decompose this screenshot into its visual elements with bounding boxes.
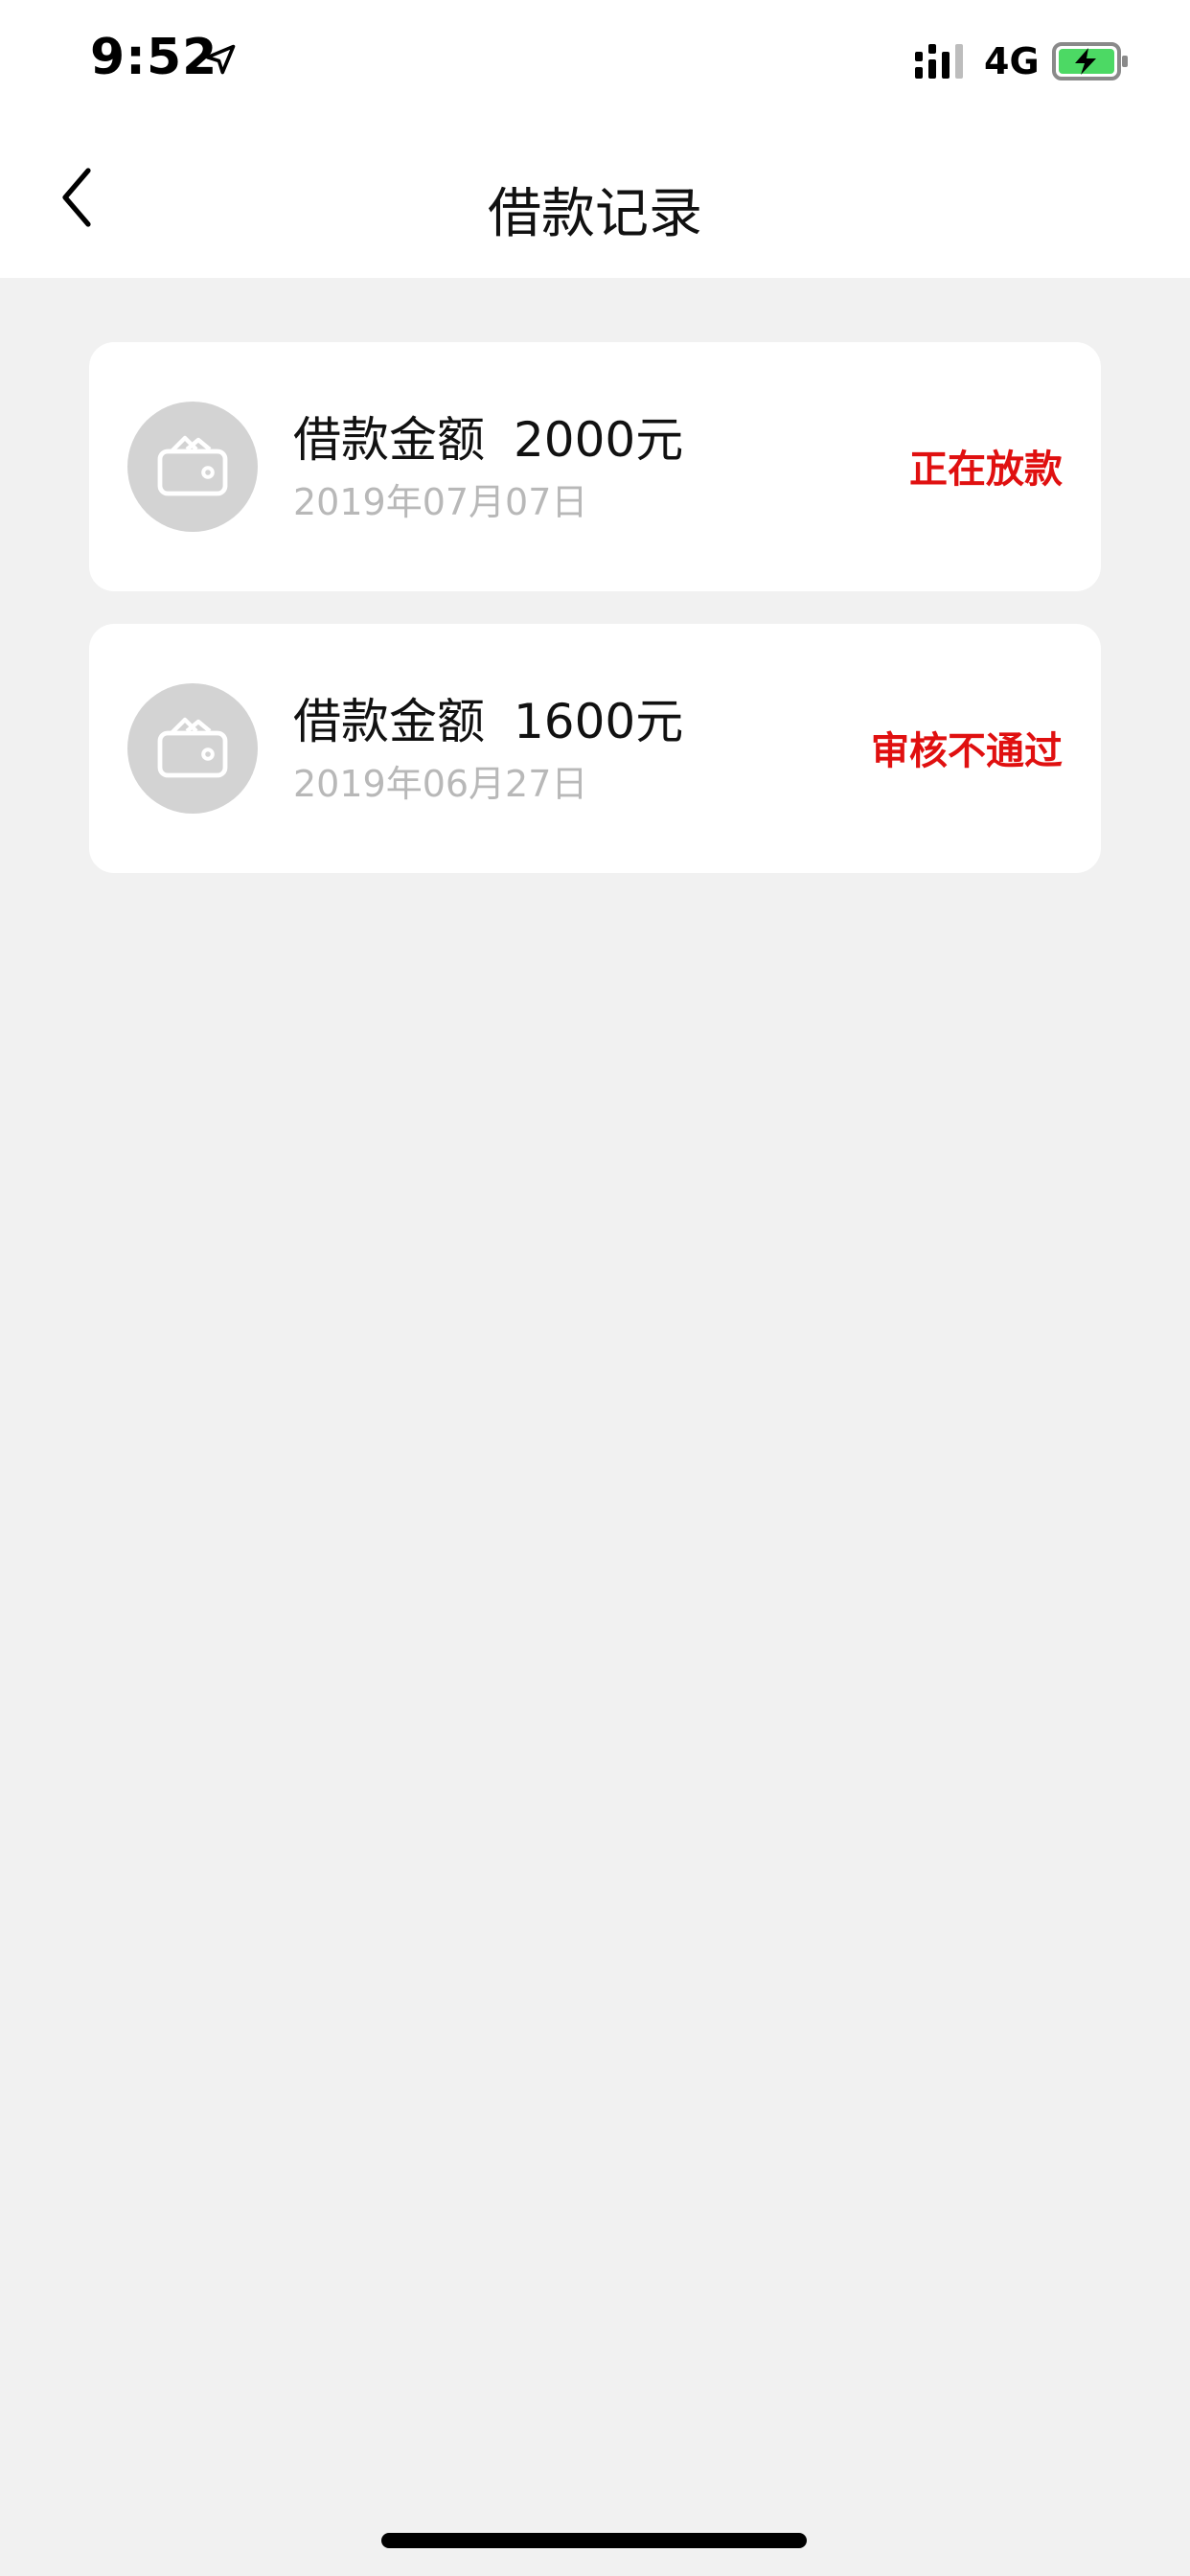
signal-icon — [915, 44, 963, 79]
location-arrow-icon — [205, 44, 236, 75]
wallet-icon — [157, 717, 228, 778]
navigation-bar: 借款记录 — [0, 125, 1190, 278]
loan-status: 正在放款 — [909, 448, 1063, 492]
loan-status: 审核不通过 — [871, 729, 1063, 773]
wallet-avatar — [127, 402, 258, 532]
amount-label: 借款金额 — [293, 412, 485, 468]
status-time: 9:52 — [90, 29, 218, 86]
loan-amount-line: 借款金额 2000元 — [293, 402, 683, 471]
wallet-icon — [157, 435, 228, 496]
page-title: 借款记录 — [488, 183, 702, 245]
battery-charging-icon — [1052, 42, 1128, 80]
amount-label: 借款金额 — [293, 694, 485, 749]
home-indicator[interactable] — [381, 2533, 807, 2548]
wallet-avatar — [127, 683, 258, 814]
loan-record-card[interactable]: 借款金额 1600元 2019年06月27日 审核不通过 — [89, 624, 1101, 873]
status-bar: 9:52 4G — [0, 0, 1190, 125]
amount-value: 1600元 — [514, 694, 684, 749]
amount-value: 2000元 — [514, 412, 684, 468]
network-type: 4G — [984, 40, 1040, 82]
loan-record-card[interactable]: 借款金额 2000元 2019年07月07日 正在放款 — [89, 342, 1101, 591]
loan-date: 2019年06月27日 — [293, 763, 588, 805]
loan-date: 2019年07月07日 — [293, 481, 588, 523]
loan-amount-line: 借款金额 1600元 — [293, 683, 683, 752]
